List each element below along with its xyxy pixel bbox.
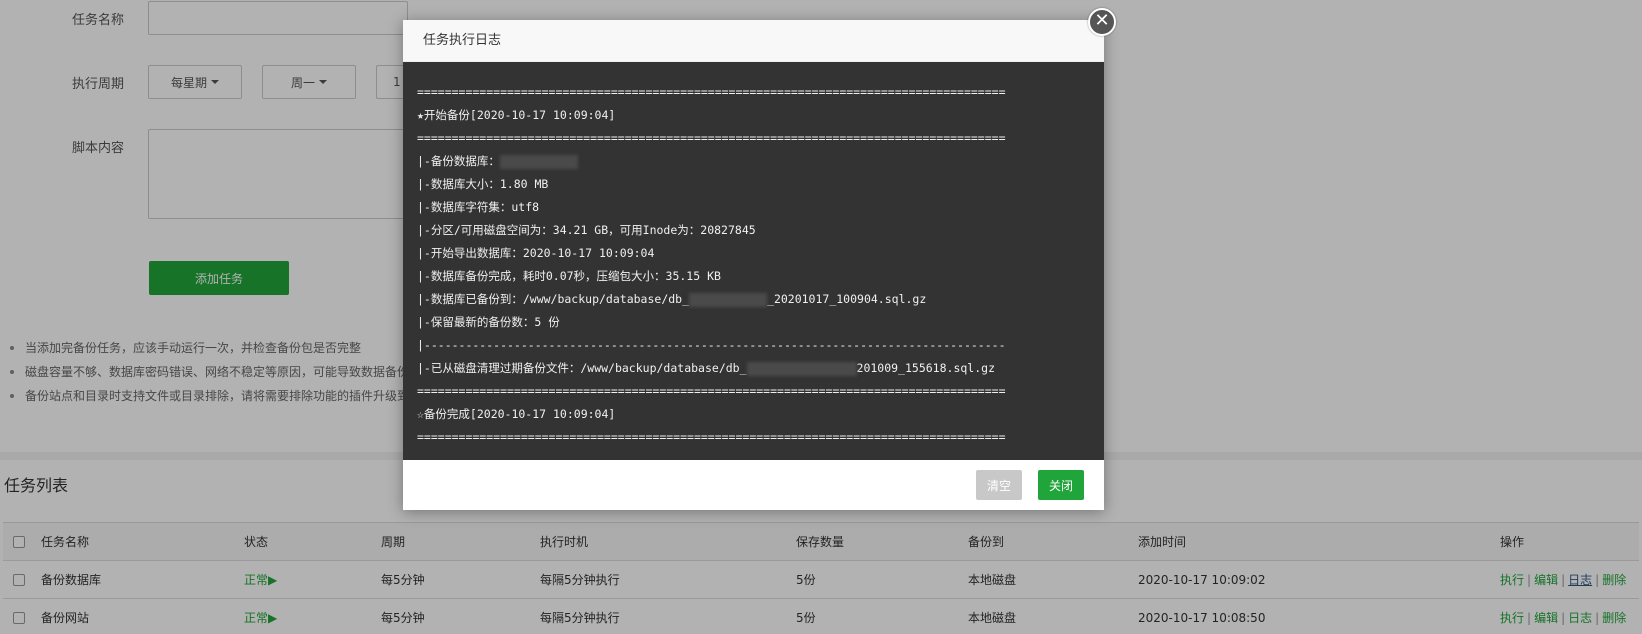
log-database-label: |-备份数据库： — [417, 154, 500, 168]
log-start-line: ★开始备份[2020-10-17 10:09:04] — [417, 108, 616, 122]
modal-title: 任务执行日志 — [403, 20, 1104, 62]
log-database-line: |-备份数据库： — [417, 150, 1090, 173]
log-separator: ========================================… — [417, 430, 1006, 444]
task-log-modal: 任务执行日志 =================================… — [403, 20, 1104, 510]
modal-footer: 清空 关闭 — [403, 460, 1104, 510]
log-size-line: |-数据库大小：1.80 MB — [417, 177, 549, 191]
log-separator: |---------------------------------------… — [417, 338, 1006, 352]
log-saved-suffix: _20201017_100904.sql.gz — [767, 292, 927, 306]
log-export-line: |-开始导出数据库：2020-10-17 10:09:04 — [417, 246, 655, 260]
close-modal-button[interactable]: 关闭 — [1038, 470, 1084, 500]
redacted-text — [499, 154, 578, 169]
log-charset-line: |-数据库字符集：utf8 — [417, 200, 540, 214]
log-keep-line: |-保留最新的备份数：5 份 — [417, 315, 560, 329]
log-disk-line: |-分区/可用磁盘空间为：34.21 GB，可用Inode为：20827845 — [417, 223, 756, 237]
log-cleanup-line: |-已从磁盘清理过期备份文件：/www/backup/database/db_ 2… — [417, 357, 1090, 380]
log-separator: ========================================… — [417, 85, 1006, 99]
log-cleanup-prefix: |-已从磁盘清理过期备份文件：/www/backup/database/db_ — [417, 361, 747, 375]
log-finish-line: ☆备份完成[2020-10-17 10:09:04] — [417, 407, 616, 421]
clear-log-button[interactable]: 清空 — [976, 470, 1022, 500]
log-separator: ========================================… — [417, 131, 1006, 145]
log-saved-line: |-数据库已备份到：/www/backup/database/db_ _20201… — [417, 288, 1090, 311]
log-output: ========================================… — [403, 62, 1104, 460]
log-saved-prefix: |-数据库已备份到：/www/backup/database/db_ — [417, 292, 690, 306]
close-icon[interactable]: ✕ — [1088, 8, 1116, 36]
log-done-line: |-数据库备份完成，耗时0.07秒，压缩包大小：35.15 KB — [417, 269, 721, 283]
redacted-text — [689, 292, 768, 307]
log-cleanup-suffix: 201009_155618.sql.gz — [856, 361, 995, 375]
log-separator: ========================================… — [417, 384, 1006, 398]
redacted-text — [746, 361, 857, 376]
